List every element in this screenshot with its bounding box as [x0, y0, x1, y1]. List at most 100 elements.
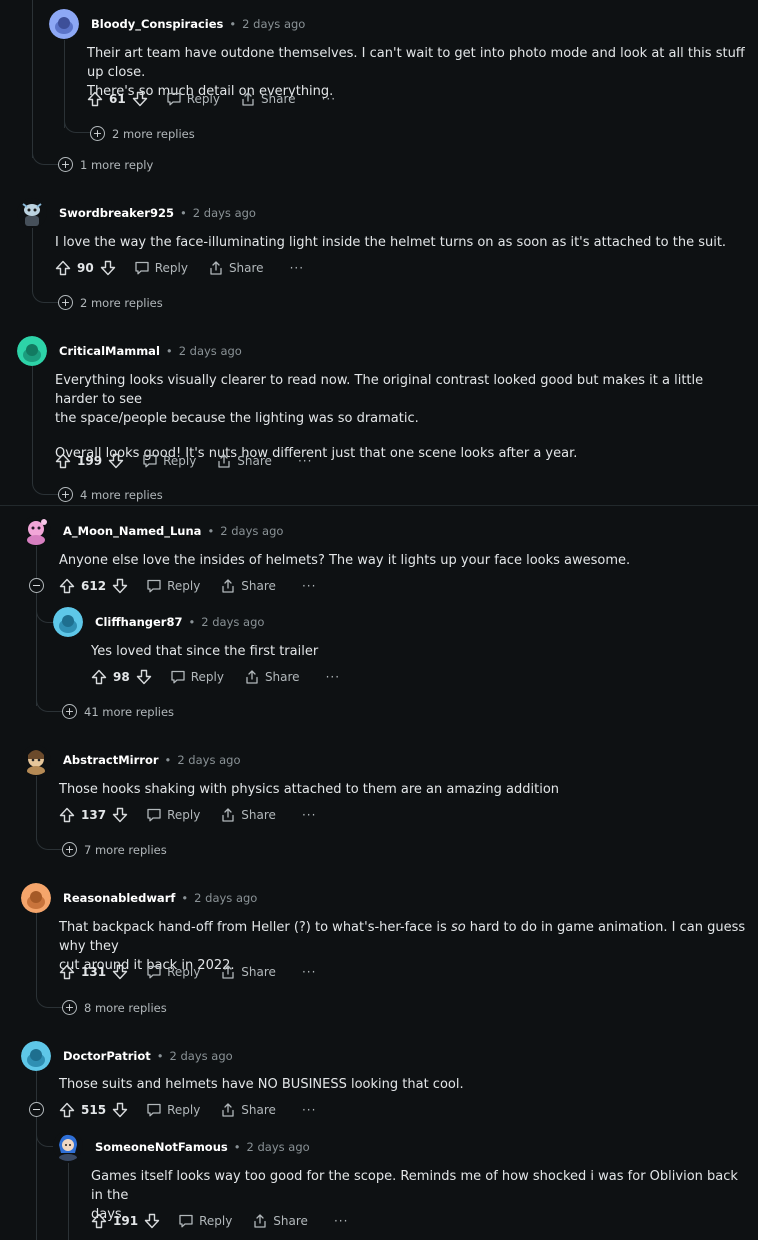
more-options-button[interactable]: ···: [290, 261, 304, 275]
comment-author[interactable]: Swordbreaker925: [59, 206, 174, 220]
avatar[interactable]: [49, 9, 79, 39]
avatar[interactable]: [53, 607, 83, 637]
comment-author[interactable]: CriticalMammal: [59, 344, 160, 358]
snoo-avatar-icon: [49, 9, 79, 39]
downvote-icon[interactable]: [112, 964, 128, 980]
more-replies-link[interactable]: +41 more replies: [62, 704, 174, 719]
more-options-button[interactable]: ···: [326, 670, 340, 684]
comment-body: Everything looks visually clearer to rea…: [55, 373, 704, 461]
comment-timestamp[interactable]: 2 days ago: [247, 1140, 310, 1154]
vote-score: 191: [113, 1214, 139, 1228]
reply-button[interactable]: Reply: [142, 453, 196, 469]
avatar[interactable]: [21, 883, 51, 913]
share-button[interactable]: Share: [240, 91, 296, 107]
more-replies-link[interactable]: +7 more replies: [62, 842, 167, 857]
reply-button[interactable]: Reply: [146, 807, 200, 823]
reply-button[interactable]: Reply: [134, 260, 188, 276]
reply-button[interactable]: Reply: [170, 669, 224, 685]
share-button[interactable]: Share: [220, 964, 276, 980]
downvote-icon[interactable]: [100, 260, 116, 276]
comment-author[interactable]: A_Moon_Named_Luna: [63, 524, 201, 538]
more-replies-link[interactable]: +8 more replies: [62, 1000, 167, 1015]
avatar[interactable]: [17, 198, 47, 228]
comment-timestamp[interactable]: 2 days ago: [220, 524, 283, 538]
more-options-button[interactable]: ···: [334, 1214, 348, 1228]
comment-timestamp[interactable]: 2 days ago: [170, 1049, 233, 1063]
thread-line[interactable]: [36, 546, 37, 706]
comment-timestamp[interactable]: 2 days ago: [193, 206, 256, 220]
share-button[interactable]: Share: [220, 578, 276, 594]
vote-score: 137: [81, 808, 107, 822]
reply-button[interactable]: Reply: [146, 578, 200, 594]
vote-score: 199: [77, 454, 103, 468]
reply-button[interactable]: Reply: [178, 1213, 232, 1229]
upvote-icon[interactable]: [55, 260, 71, 276]
comment-author[interactable]: Cliffhanger87: [95, 615, 182, 629]
downvote-icon[interactable]: [144, 1213, 160, 1229]
thread-line[interactable]: [32, 0, 33, 158]
upvote-icon[interactable]: [59, 964, 75, 980]
comment-author[interactable]: AbstractMirror: [63, 753, 159, 767]
upvote-icon[interactable]: [87, 91, 103, 107]
downvote-icon[interactable]: [108, 453, 124, 469]
comment-timestamp[interactable]: 2 days ago: [194, 891, 257, 905]
upvote-icon[interactable]: [59, 807, 75, 823]
more-options-button[interactable]: ···: [302, 579, 316, 593]
thread-line[interactable]: [36, 913, 37, 997]
comment-actions: 191 Reply Share ···: [91, 1211, 348, 1231]
reply-icon: [143, 454, 157, 468]
downvote-icon[interactable]: [132, 91, 148, 107]
avatar[interactable]: [21, 516, 51, 546]
share-button[interactable]: Share: [220, 1102, 276, 1118]
comment-timestamp[interactable]: 2 days ago: [177, 753, 240, 767]
thread-line[interactable]: [64, 40, 65, 128]
upvote-icon[interactable]: [59, 578, 75, 594]
more-replies-link[interactable]: +2 more replies: [58, 295, 163, 310]
comment-author[interactable]: Reasonabledwarf: [63, 891, 175, 905]
share-button[interactable]: Share: [252, 1213, 308, 1229]
thread-line[interactable]: [68, 1163, 69, 1240]
more-replies-link[interactable]: +2 more replies: [90, 126, 195, 141]
thread-line[interactable]: [36, 1071, 37, 1240]
avatar[interactable]: [21, 1041, 51, 1071]
downvote-icon[interactable]: [112, 1102, 128, 1118]
more-replies-link[interactable]: +1 more reply: [58, 157, 153, 172]
more-replies-link[interactable]: +4 more replies: [58, 487, 163, 502]
upvote-icon[interactable]: [59, 1102, 75, 1118]
reply-button[interactable]: Reply: [166, 91, 220, 107]
more-options-button[interactable]: ···: [302, 1103, 316, 1117]
expand-icon: +: [90, 126, 105, 141]
comment-author[interactable]: SomeoneNotFamous: [95, 1140, 228, 1154]
collapse-thread-button[interactable]: [29, 1102, 44, 1117]
upvote-icon[interactable]: [91, 669, 107, 685]
comment-timestamp[interactable]: 2 days ago: [179, 344, 242, 358]
downvote-icon[interactable]: [136, 669, 152, 685]
comment-author[interactable]: DoctorPatriot: [63, 1049, 151, 1063]
reply-button[interactable]: Reply: [146, 964, 200, 980]
comment-timestamp[interactable]: 2 days ago: [201, 615, 264, 629]
share-button[interactable]: Share: [220, 807, 276, 823]
avatar[interactable]: [53, 1131, 83, 1161]
collapse-thread-button[interactable]: [29, 578, 44, 593]
more-options-button[interactable]: ···: [302, 965, 316, 979]
comment-timestamp[interactable]: 2 days ago: [242, 17, 305, 31]
share-button[interactable]: Share: [216, 453, 272, 469]
share-button[interactable]: Share: [244, 669, 300, 685]
thread-line[interactable]: [32, 228, 33, 292]
expand-icon: +: [62, 1000, 77, 1015]
comment-author[interactable]: Bloody_Conspiracies: [91, 17, 223, 31]
downvote-icon[interactable]: [112, 578, 128, 594]
upvote-icon[interactable]: [55, 453, 71, 469]
thread-line[interactable]: [36, 776, 37, 840]
downvote-icon[interactable]: [112, 807, 128, 823]
reply-button[interactable]: Reply: [146, 1102, 200, 1118]
upvote-icon[interactable]: [91, 1213, 107, 1229]
snoo-avatar-icon: [53, 607, 83, 637]
more-options-button[interactable]: ···: [302, 808, 316, 822]
avatar[interactable]: [21, 745, 51, 775]
avatar[interactable]: [17, 336, 47, 366]
thread-line[interactable]: [32, 366, 33, 484]
share-button[interactable]: Share: [208, 260, 264, 276]
more-options-button[interactable]: ···: [322, 92, 336, 106]
more-options-button[interactable]: ···: [298, 454, 312, 468]
